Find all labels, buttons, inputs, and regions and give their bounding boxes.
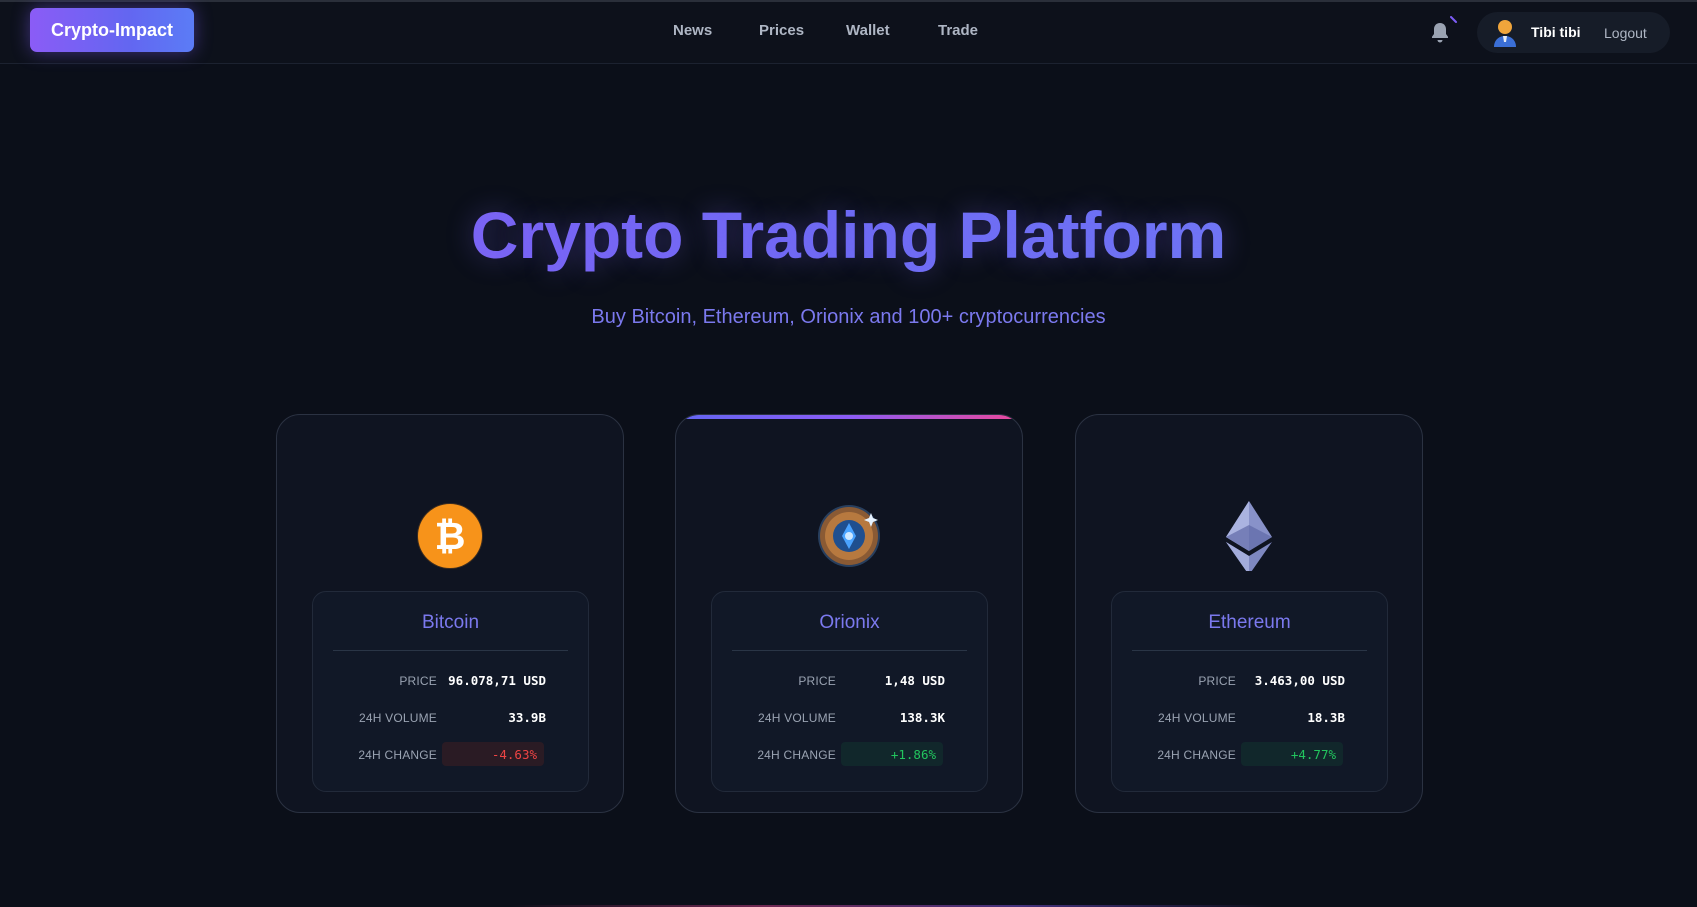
change-badge: +1.86%: [841, 742, 943, 766]
bitcoin-icon: ₿: [417, 503, 483, 569]
nav-item-prices[interactable]: Prices: [759, 22, 804, 39]
change-badge: -4.63%: [442, 742, 544, 766]
divider: [333, 650, 568, 651]
user-name: Tibi tibi: [1531, 24, 1581, 40]
coin-name: Bitcoin: [421, 612, 480, 633]
orionix-icon: [818, 505, 880, 567]
price-label: PRICE: [798, 674, 836, 688]
coin-info-panel: Orionix PRICE 1,48 USD 24H VOLUME 138.3K…: [711, 591, 988, 792]
coin-info-panel: Ethereum PRICE 3.463,00 USD 24H VOLUME 1…: [1111, 591, 1388, 792]
logout-button[interactable]: Logout: [1604, 25, 1647, 41]
volume-value: 138.3K: [899, 710, 945, 725]
svg-text:₿: ₿: [435, 514, 466, 558]
ethereum-icon: [1226, 501, 1272, 571]
nav-item-wallet[interactable]: Wallet: [846, 22, 890, 39]
change-badge: +4.77%: [1241, 742, 1343, 766]
page: Crypto-Impact News Prices Wallet Trade T…: [0, 0, 1697, 907]
header: Crypto-Impact News Prices Wallet Trade T…: [0, 2, 1697, 64]
bell-icon[interactable]: [1428, 20, 1452, 46]
coin-info-panel: Bitcoin PRICE 96.078,71 USD 24H VOLUME 3…: [312, 591, 589, 792]
price-value: 1,48 USD: [884, 673, 945, 688]
notification-indicator-icon: [1450, 16, 1457, 23]
price-value: 3.463,00 USD: [1254, 673, 1345, 688]
nav-item-news[interactable]: News: [673, 22, 712, 39]
volume-label: 24H VOLUME: [757, 711, 836, 725]
price-value: 96.078,71 USD: [448, 673, 546, 688]
change-label: 24H CHANGE: [358, 748, 437, 762]
page-subtitle: Buy Bitcoin, Ethereum, Orionix and 100+ …: [591, 306, 1106, 328]
nav-item-trade[interactable]: Trade: [938, 22, 978, 39]
price-label: PRICE: [1198, 674, 1236, 688]
volume-value: 33.9B: [508, 710, 546, 725]
divider: [1132, 650, 1367, 651]
divider: [732, 650, 967, 651]
user-menu: Tibi tibi Logout: [1477, 12, 1670, 53]
volume-label: 24H VOLUME: [358, 711, 437, 725]
coin-card-orionix[interactable]: Orionix PRICE 1,48 USD 24H VOLUME 138.3K…: [675, 414, 1023, 813]
change-label: 24H CHANGE: [757, 748, 836, 762]
coin-card-ethereum[interactable]: Ethereum PRICE 3.463,00 USD 24H VOLUME 1…: [1075, 414, 1423, 813]
page-title: Crypto Trading Platform: [0, 195, 1697, 275]
volume-label: 24H VOLUME: [1157, 711, 1236, 725]
coin-name: Orionix: [819, 612, 880, 633]
volume-value: 18.3B: [1307, 710, 1345, 725]
coin-card-bitcoin[interactable]: ₿ Bitcoin PRICE 96.078,71 USD 24H VOLUME…: [276, 414, 624, 813]
change-label: 24H CHANGE: [1157, 748, 1236, 762]
price-label: PRICE: [399, 674, 437, 688]
user-avatar-icon[interactable]: [1491, 18, 1519, 48]
coin-name: Ethereum: [1208, 612, 1291, 633]
